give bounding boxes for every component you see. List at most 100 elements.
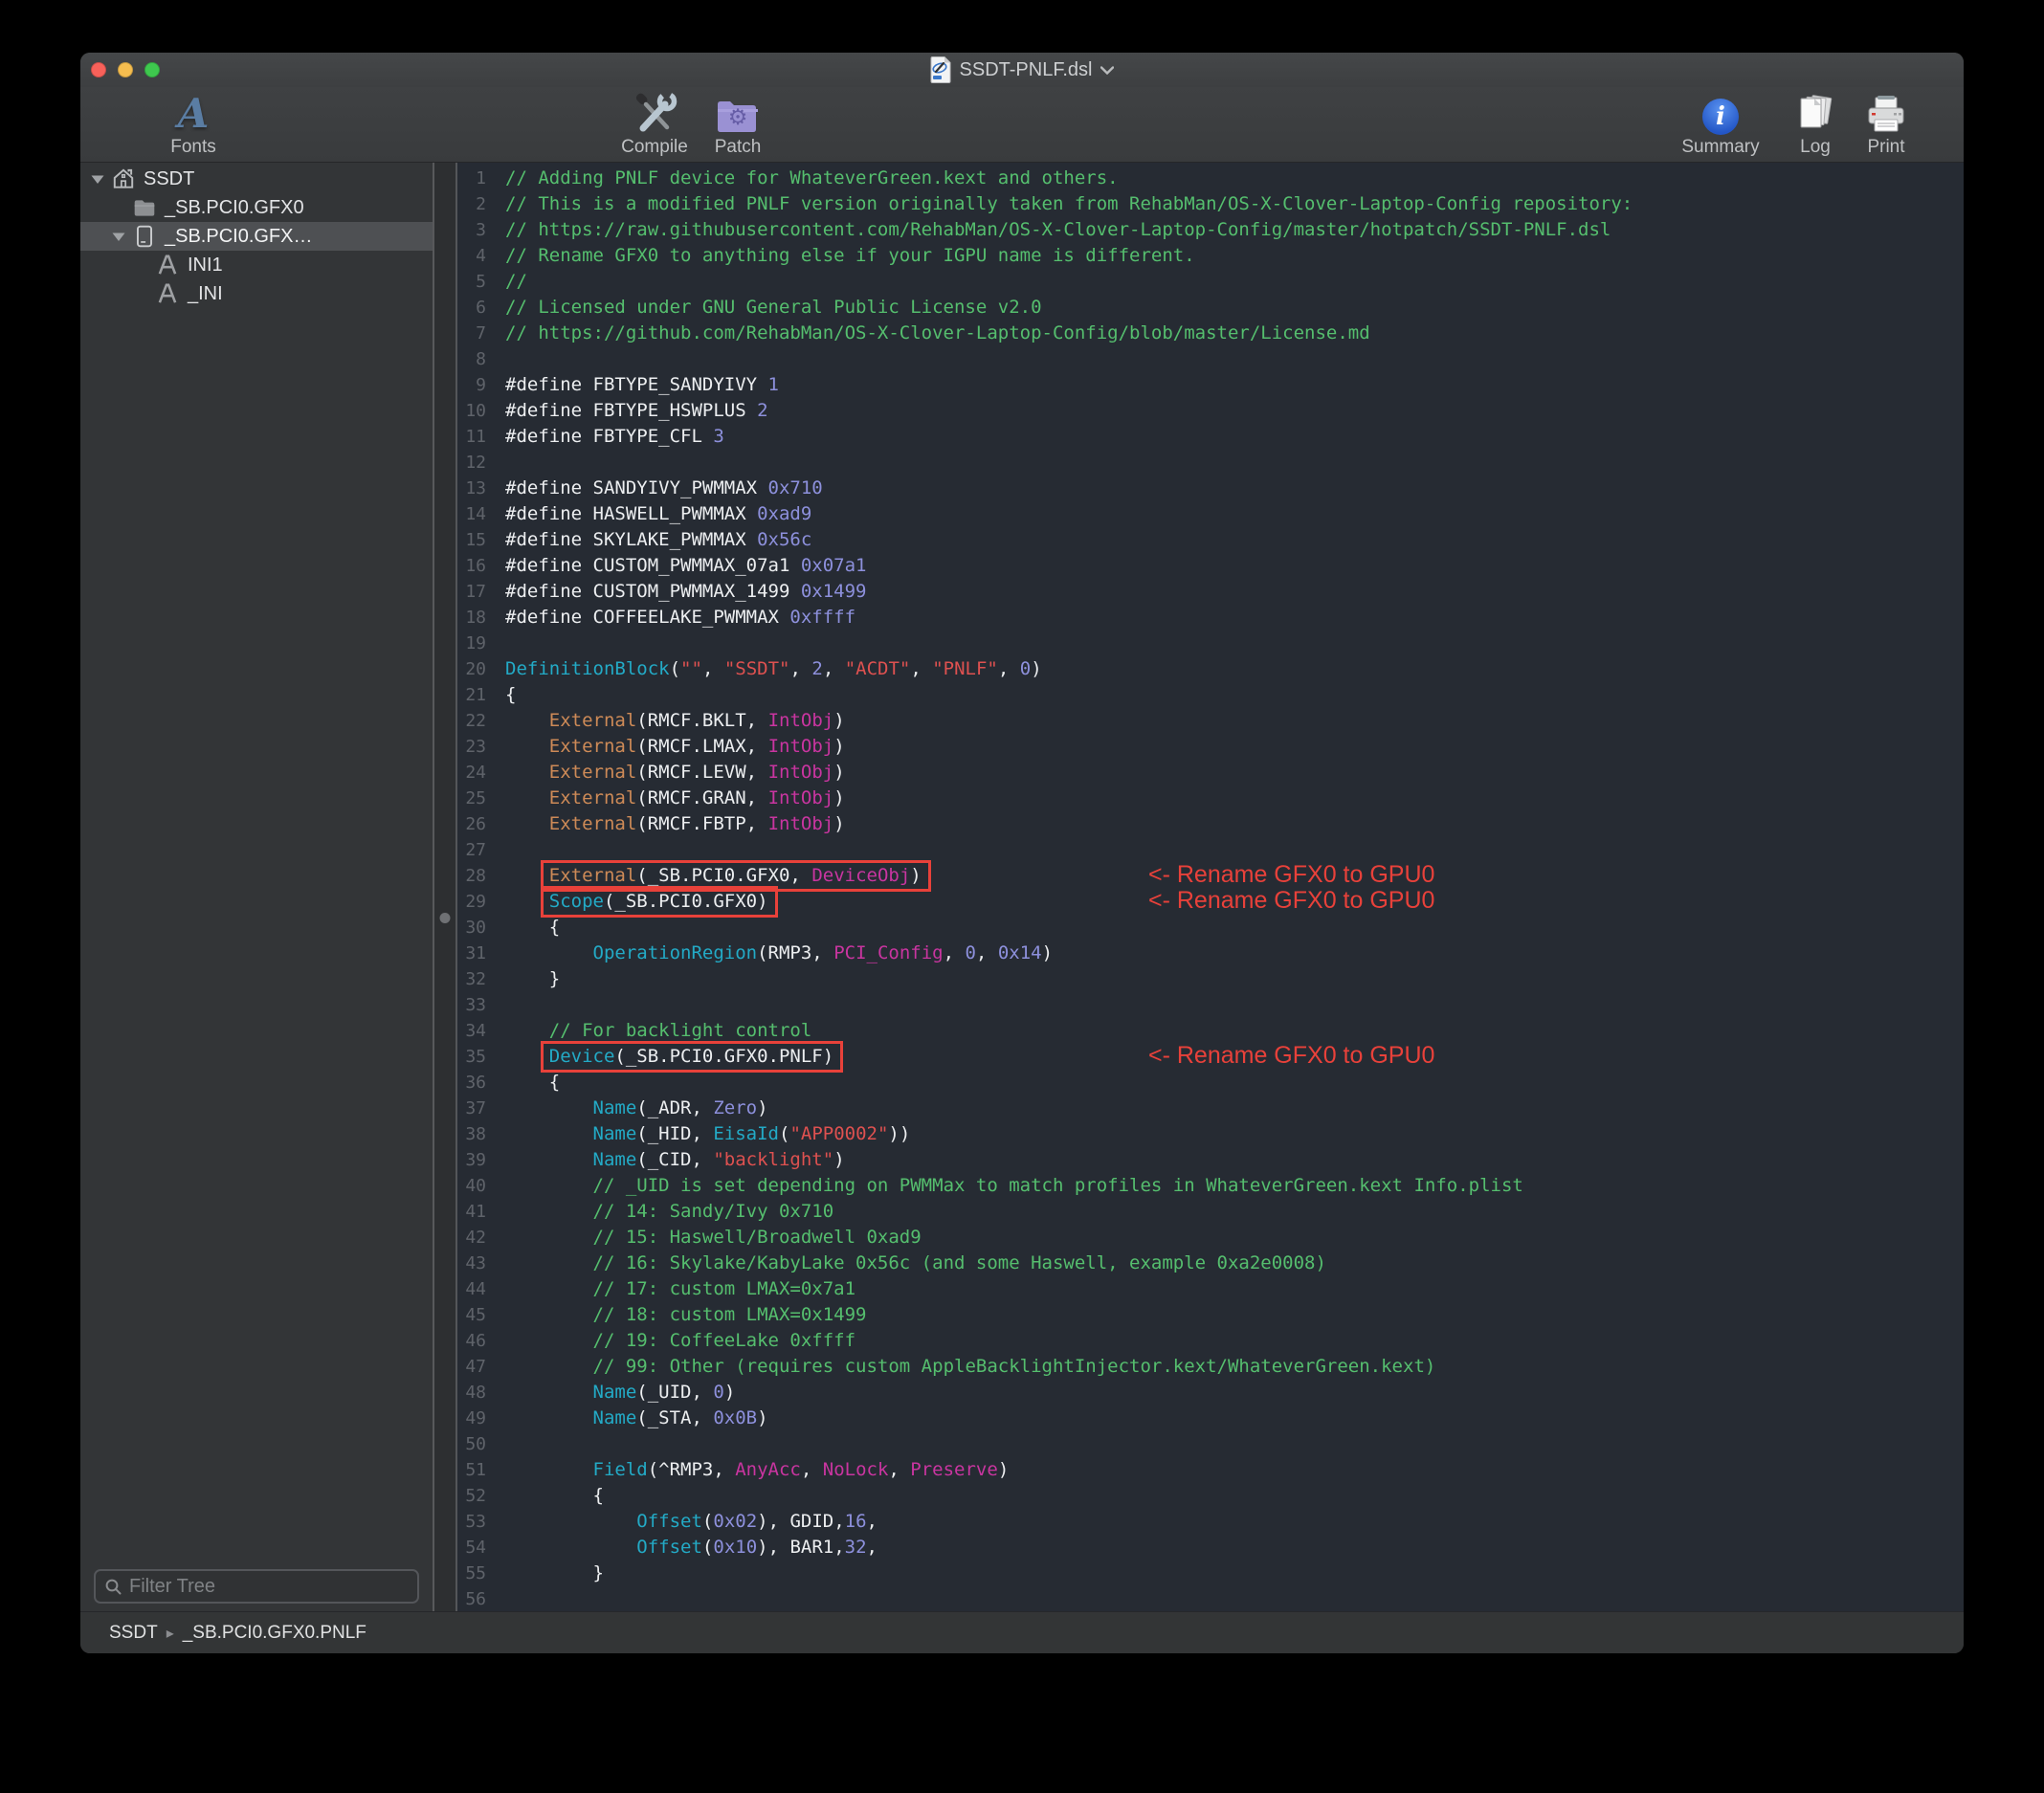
folder-icon	[132, 195, 165, 220]
disclosure-triangle-icon[interactable]	[90, 171, 111, 187]
tree-item[interactable]: INI1	[80, 251, 433, 279]
code-line[interactable]: 19	[457, 631, 1964, 656]
code-line[interactable]: 3// https://raw.githubusercontent.com/Re…	[457, 217, 1964, 243]
code-line[interactable]: 7// https://github.com/RehabMan/OS-X-Clo…	[457, 321, 1964, 346]
code-line-text: Name(_UID, 0)	[505, 1380, 735, 1406]
code-line[interactable]: 43 // 16: Skylake/KabyLake 0x56c (and so…	[457, 1251, 1964, 1276]
disclosure-triangle-icon[interactable]	[111, 229, 132, 244]
code-editor[interactable]: 1// Adding PNLF device for WhateverGreen…	[457, 163, 1964, 1611]
split-handle-dot[interactable]	[440, 913, 451, 923]
line-number: 5	[457, 269, 496, 295]
filter-field[interactable]	[94, 1569, 419, 1604]
code-line-text: Offset(0x10), BAR1,32,	[505, 1535, 878, 1561]
code-line[interactable]: 35 Device(_SB.PCI0.GFX0.PNLF)<- Rename G…	[457, 1044, 1964, 1070]
line-number: 21	[457, 682, 496, 708]
code-line[interactable]: 38 Name(_HID, EisaId("APP0002"))	[457, 1121, 1964, 1147]
line-number: 40	[457, 1173, 496, 1199]
code-line[interactable]: 54 Offset(0x10), BAR1,32,	[457, 1535, 1964, 1561]
code-line[interactable]: 9#define FBTYPE_SANDYIVY 1	[457, 372, 1964, 398]
line-number: 38	[457, 1121, 496, 1147]
code-line[interactable]: 22 External(RMCF.BKLT, IntObj)	[457, 708, 1964, 734]
code-line-text: DefinitionBlock("", "SSDT", 2, "ACDT", "…	[505, 656, 1042, 682]
method-icon	[155, 253, 188, 277]
fonts-button[interactable]: A Fonts	[163, 91, 224, 156]
code-line[interactable]: 52 {	[457, 1483, 1964, 1509]
tree-item-label: _INI	[188, 283, 223, 305]
compile-button[interactable]: Compile	[616, 91, 693, 156]
line-number: 22	[457, 708, 496, 734]
code-line[interactable]: 5//	[457, 269, 1964, 295]
line-number: 6	[457, 295, 496, 321]
code-line[interactable]: 39 Name(_CID, "backlight")	[457, 1147, 1964, 1173]
code-line[interactable]: 34 // For backlight control	[457, 1018, 1964, 1044]
code-line[interactable]: 21{	[457, 682, 1964, 708]
line-number: 44	[457, 1276, 496, 1302]
code-line[interactable]: 16#define CUSTOM_PWMMAX_07a1 0x07a1	[457, 553, 1964, 579]
code-line[interactable]: 47 // 99: Other (requires custom AppleBa…	[457, 1354, 1964, 1380]
code-line-text: // For backlight control	[505, 1018, 811, 1044]
code-line[interactable]: 37 Name(_ADR, Zero)	[457, 1096, 1964, 1121]
code-line[interactable]: 27	[457, 837, 1964, 863]
code-line[interactable]: 4// Rename GFX0 to anything else if your…	[457, 243, 1964, 269]
code-line[interactable]: 41 // 14: Sandy/Ivy 0x710	[457, 1199, 1964, 1225]
line-number: 14	[457, 501, 496, 527]
chevron-down-icon[interactable]	[1100, 66, 1114, 75]
patch-button[interactable]: ⚙ Patch	[708, 91, 767, 156]
code-line[interactable]: 18#define COFFEELAKE_PWMMAX 0xffff	[457, 605, 1964, 631]
code-line[interactable]: 33	[457, 992, 1964, 1018]
code-line[interactable]: 42 // 15: Haswell/Broadwell 0xad9	[457, 1225, 1964, 1251]
code-line[interactable]: 36 {	[457, 1070, 1964, 1096]
print-button[interactable]: Print	[1856, 91, 1916, 156]
code-line[interactable]: 14#define HASWELL_PWMMAX 0xad9	[457, 501, 1964, 527]
code-line[interactable]: 32 }	[457, 966, 1964, 992]
code-line[interactable]: 30 {	[457, 915, 1964, 941]
code-line[interactable]: 6// Licensed under GNU General Public Li…	[457, 295, 1964, 321]
code-line[interactable]: 2// This is a modified PNLF version orig…	[457, 191, 1964, 217]
window-title-area[interactable]: SSDT-PNLF.dsl	[80, 53, 1964, 87]
code-line[interactable]: 44 // 17: custom LMAX=0x7a1	[457, 1276, 1964, 1302]
code-line[interactable]: 26 External(RMCF.FBTP, IntObj)	[457, 811, 1964, 837]
code-line[interactable]: 17#define CUSTOM_PWMMAX_1499 0x1499	[457, 579, 1964, 605]
code-line[interactable]: 11#define FBTYPE_CFL 3	[457, 424, 1964, 450]
code-line[interactable]: 50	[457, 1431, 1964, 1457]
code-line[interactable]: 28 External(_SB.PCI0.GFX0, DeviceObj)<- …	[457, 863, 1964, 889]
line-number: 13	[457, 476, 496, 501]
summary-button[interactable]: i Summary	[1675, 91, 1766, 156]
code-line[interactable]: 51 Field(^RMP3, AnyAcc, NoLock, Preserve…	[457, 1457, 1964, 1483]
tree-item[interactable]: SSDT	[80, 165, 433, 193]
rename-highlight-box: Scope(_SB.PCI0.GFX0)	[541, 886, 778, 918]
code-line[interactable]: 46 // 19: CoffeeLake 0xffff	[457, 1328, 1964, 1354]
code-line[interactable]: 48 Name(_UID, 0)	[457, 1380, 1964, 1406]
code-line[interactable]: 23 External(RMCF.LMAX, IntObj)	[457, 734, 1964, 760]
code-line[interactable]: 45 // 18: custom LMAX=0x1499	[457, 1302, 1964, 1328]
log-pages-icon	[1794, 91, 1836, 135]
code-line[interactable]: 15#define SKYLAKE_PWMMAX 0x56c	[457, 527, 1964, 553]
code-line[interactable]: 53 Offset(0x02), GDID,16,	[457, 1509, 1964, 1535]
code-line-text: }	[505, 1561, 604, 1586]
tree-item[interactable]: _SB.PCI0.GFX0	[80, 193, 433, 222]
code-line[interactable]: 8	[457, 346, 1964, 372]
log-button[interactable]: Log	[1789, 91, 1841, 156]
filter-input[interactable]	[129, 1576, 409, 1598]
tree-item[interactable]: _INI	[80, 279, 433, 308]
code-line-text: // https://github.com/RehabMan/OS-X-Clov…	[505, 321, 1370, 346]
code-line[interactable]: 12	[457, 450, 1964, 476]
code-line[interactable]: 29 Scope(_SB.PCI0.GFX0)<- Rename GFX0 to…	[457, 889, 1964, 915]
code-line[interactable]: 55 }	[457, 1561, 1964, 1586]
tree-item[interactable]: _SB.PCI0.GFX…	[80, 222, 433, 251]
line-number: 47	[457, 1354, 496, 1380]
code-line[interactable]: 49 Name(_STA, 0x0B)	[457, 1406, 1964, 1431]
code-line[interactable]: 1// Adding PNLF device for WhateverGreen…	[457, 166, 1964, 191]
code-line[interactable]: 20DefinitionBlock("", "SSDT", 2, "ACDT",…	[457, 656, 1964, 682]
code-line[interactable]: 56	[457, 1586, 1964, 1611]
code-line-text: Name(_STA, 0x0B)	[505, 1406, 768, 1431]
code-line[interactable]: 31 OperationRegion(RMP3, PCI_Config, 0, …	[457, 941, 1964, 966]
code-line[interactable]: 10#define FBTYPE_HSWPLUS 2	[457, 398, 1964, 424]
code-line[interactable]: 25 External(RMCF.GRAN, IntObj)	[457, 786, 1964, 811]
code-line-text: Field(^RMP3, AnyAcc, NoLock, Preserve)	[505, 1457, 1009, 1483]
code-line[interactable]: 40 // _UID is set depending on PWMMax to…	[457, 1173, 1964, 1199]
code-line[interactable]: 13#define SANDYIVY_PWMMAX 0x710	[457, 476, 1964, 501]
code-line[interactable]: 24 External(RMCF.LEVW, IntObj)	[457, 760, 1964, 786]
line-number: 2	[457, 191, 496, 217]
split-divider[interactable]	[433, 163, 457, 1611]
